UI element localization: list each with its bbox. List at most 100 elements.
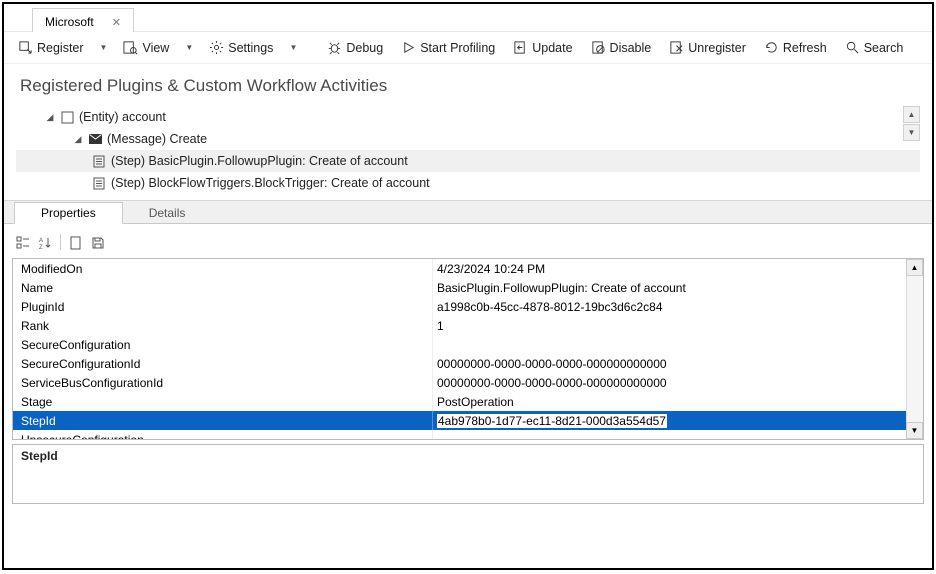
collapse-icon[interactable]: ◢ [72,133,84,145]
tree-label: (Step) BasicPlugin.FollowupPlugin: Creat… [111,150,408,172]
collapse-icon[interactable]: ◢ [44,111,56,123]
register-icon [18,40,33,55]
tab-bar: Microsoft ✕ [4,4,932,32]
property-row[interactable]: PluginIda1998c0b-45cc-4878-8012-19bc3d6c… [13,297,923,316]
property-value[interactable]: PostOperation [433,392,923,411]
tree-scrollbar: ▲ ▼ [903,106,920,142]
tab-title: Microsoft [45,15,94,29]
tree-node-step[interactable]: (Step) BlockFlowTriggers.BlockTrigger: C… [16,172,920,194]
svg-text:Z: Z [39,245,43,250]
properties-panel: AZ ModifiedOn4/23/2024 10:24 PMNameBasic… [4,224,932,568]
entity-icon [60,110,74,124]
search-icon [845,40,860,55]
toolbar: Register ▼ View ▼ Settings ▼ Debug Start… [4,32,932,64]
view-dropdown[interactable]: ▼ [181,43,197,52]
property-name: StepId [13,411,433,430]
property-name: SecureConfigurationId [13,354,433,373]
save-button[interactable] [89,234,107,252]
property-row[interactable]: UnsecureConfiguration [13,430,923,440]
search-button[interactable]: Search [839,38,910,57]
play-icon [401,40,416,55]
register-button[interactable]: Register [12,38,90,57]
view-label: View [142,41,169,55]
search-label: Search [864,41,904,55]
property-row[interactable]: SecureConfiguration [13,335,923,354]
property-value[interactable]: 00000000-0000-0000-0000-000000000000 [433,373,923,392]
tree-label: (Message) Create [107,128,207,150]
debug-button[interactable]: Debug [321,38,389,57]
view-button[interactable]: View [117,38,175,57]
settings-dropdown[interactable]: ▼ [285,43,301,52]
message-icon [88,132,102,146]
property-row[interactable]: SecureConfigurationId00000000-0000-0000-… [13,354,923,373]
start-profiling-label: Start Profiling [420,41,495,55]
property-value[interactable]: 4/23/2024 10:24 PM [433,259,923,278]
refresh-button[interactable]: Refresh [758,38,833,57]
property-name: SecureConfiguration [13,335,433,354]
property-row[interactable]: StepId4ab978b0-1d77-ec11-8d21-000d3a554d… [13,411,923,430]
property-value[interactable]: BasicPlugin.FollowupPlugin: Create of ac… [433,278,923,297]
tree-node-message[interactable]: ◢ (Message) Create [16,128,920,150]
view-icon [123,40,138,55]
update-button[interactable]: Update [507,38,578,57]
property-row[interactable]: Rank1 [13,316,923,335]
property-name: PluginId [13,297,433,316]
grid-scrollbar[interactable]: ▲ ▼ [906,259,923,439]
svg-text:A: A [39,238,43,244]
debug-icon [327,40,342,55]
tab-microsoft[interactable]: Microsoft ✕ [32,8,134,32]
tree-node-entity[interactable]: ◢ (Entity) account [16,106,920,128]
property-name: Stage [13,392,433,411]
tree-panel: ◢ (Entity) account ◢ (Message) Create (S… [16,106,920,194]
disable-button[interactable]: Disable [585,38,658,57]
unregister-label: Unregister [688,41,746,55]
page-title: Registered Plugins & Custom Workflow Act… [4,64,932,102]
update-label: Update [532,41,572,55]
tree-node-step-selected[interactable]: (Step) BasicPlugin.FollowupPlugin: Creat… [16,150,920,172]
property-name: ModifiedOn [13,259,433,278]
close-icon[interactable]: ✕ [112,16,121,29]
register-dropdown[interactable]: ▼ [96,43,112,52]
gear-icon [209,40,224,55]
settings-label: Settings [228,41,273,55]
tab-properties[interactable]: Properties [14,202,123,224]
properties-page-button[interactable] [67,234,85,252]
register-label: Register [37,41,84,55]
scroll-down-button[interactable]: ▼ [903,124,920,141]
property-value[interactable]: a1998c0b-45cc-4878-8012-19bc3d6c2c84 [433,297,923,316]
categorize-button[interactable] [14,234,32,252]
plugin-tree[interactable]: ◢ (Entity) account ◢ (Message) Create (S… [16,106,920,194]
property-name: UnsecureConfiguration [13,430,433,440]
debug-label: Debug [346,41,383,55]
property-description: StepId [12,444,924,504]
tree-label: (Entity) account [79,106,166,128]
property-name: Rank [13,316,433,335]
property-value[interactable] [433,335,923,354]
property-value[interactable] [433,430,923,440]
tree-label: (Step) BlockFlowTriggers.BlockTrigger: C… [111,172,430,194]
disable-icon [591,40,606,55]
property-row[interactable]: StagePostOperation [13,392,923,411]
property-value[interactable]: 00000000-0000-0000-0000-000000000000 [433,354,923,373]
property-value[interactable]: 1 [433,316,923,335]
property-name: ServiceBusConfigurationId [13,373,433,392]
settings-button[interactable]: Settings [203,38,279,57]
property-row[interactable]: NameBasicPlugin.FollowupPlugin: Create o… [13,278,923,297]
separator [60,234,61,250]
property-row[interactable]: ModifiedOn4/23/2024 10:24 PM [13,259,923,278]
scroll-up-button[interactable]: ▲ [903,106,920,123]
property-row[interactable]: ServiceBusConfigurationId00000000-0000-0… [13,373,923,392]
scroll-down-icon[interactable]: ▼ [906,422,923,439]
refresh-icon [764,40,779,55]
property-value[interactable]: 4ab978b0-1d77-ec11-8d21-000d3a554d57 [433,411,923,430]
properties-toolbar: AZ [12,228,924,258]
disable-label: Disable [610,41,652,55]
tab-details[interactable]: Details [123,203,212,223]
scroll-up-icon[interactable]: ▲ [906,259,923,276]
start-profiling-button[interactable]: Start Profiling [395,38,501,57]
step-icon [92,176,106,190]
update-icon [513,40,528,55]
property-grid[interactable]: ModifiedOn4/23/2024 10:24 PMNameBasicPlu… [12,258,924,440]
unregister-button[interactable]: Unregister [663,38,752,57]
alphabetical-button[interactable]: AZ [36,234,54,252]
